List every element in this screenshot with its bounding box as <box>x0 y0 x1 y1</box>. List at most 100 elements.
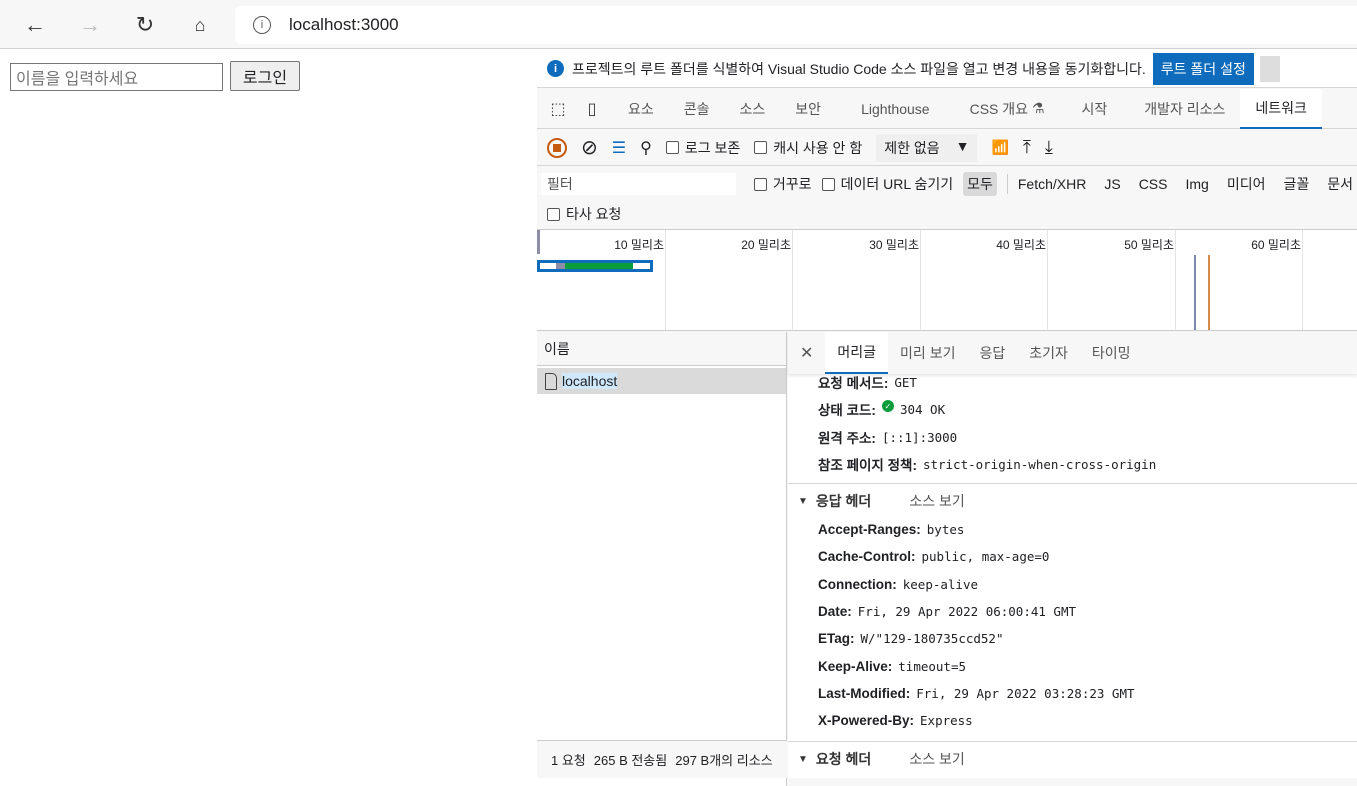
tab-initiator[interactable]: 초기자 <box>1017 332 1080 374</box>
search-icon[interactable]: ⚲ <box>640 138 652 158</box>
section-title: 요청 헤더 <box>815 751 872 767</box>
tick-label: 10 밀리초 <box>614 238 664 252</box>
record-icon[interactable] <box>547 137 567 158</box>
response-headers-section[interactable]: ▼ 응답 헤더 소스 보기 <box>798 491 965 511</box>
response-header-row: X-Powered-By: Express <box>818 713 973 728</box>
invert-checkbox[interactable]: 거꾸로 <box>753 174 812 194</box>
detail-tabs: ✕ 머리글 미리 보기 응답 초기자 타이밍 <box>788 332 1357 374</box>
filter-type-media[interactable]: 미디어 <box>1223 172 1270 196</box>
set-root-folder-button[interactable]: 루트 폴더 설정 <box>1152 52 1254 85</box>
header-key: Connection: <box>818 576 897 592</box>
filter-type-img[interactable]: Img <box>1181 174 1212 194</box>
view-source-link[interactable]: 소스 보기 <box>909 749 964 769</box>
name-input[interactable]: 이름을 입력하세요 <box>10 63 223 91</box>
inspect-element-icon[interactable]: ⬚ <box>545 96 571 122</box>
reload-icon[interactable]: ↻ <box>130 10 160 40</box>
disable-cache-label: 캐시 사용 안 함 <box>773 139 863 156</box>
view-source-link[interactable]: 소스 보기 <box>909 491 964 511</box>
forward-icon[interactable]: → <box>75 10 105 40</box>
filter-type-fetch-xhr[interactable]: Fetch/XHR <box>1006 174 1090 194</box>
filter-type-font[interactable]: 글꼴 <box>1279 172 1313 196</box>
document-icon <box>545 372 557 390</box>
tab-sources[interactable]: 소스 <box>725 89 781 129</box>
tab-console[interactable]: 콘솔 <box>669 89 725 129</box>
filter-row: 필터 거꾸로 데이터 URL 숨기기 모두 Fetch/XHR JS CSS I… <box>537 168 1357 200</box>
tab-headers[interactable]: 머리글 <box>825 332 889 374</box>
header-value: GET <box>894 374 917 390</box>
filter-icon[interactable]: ☰ <box>612 138 626 158</box>
tick-label: 40 밀리초 <box>996 238 1046 252</box>
export-har-icon[interactable]: ⤓ <box>1045 137 1053 158</box>
hide-data-urls-checkbox[interactable]: 데이터 URL 숨기기 <box>821 174 954 194</box>
header-key: Cache-Control: <box>818 549 916 565</box>
tab-welcome[interactable]: 시작 <box>1059 89 1129 129</box>
triangle-down-icon: ▼ <box>798 753 808 765</box>
header-key: 상태 코드: <box>818 403 876 418</box>
request-name: localhost <box>562 373 618 389</box>
disable-cache-checkbox[interactable]: 캐시 사용 안 함 <box>754 138 862 158</box>
login-button[interactable]: 로그인 <box>230 61 300 91</box>
throttle-value: 제한 없음 <box>884 139 940 156</box>
url-text: localhost:3000 <box>289 15 399 34</box>
third-party-checkbox[interactable]: 타사 요청 <box>547 202 621 226</box>
close-icon[interactable]: ✕ <box>788 332 825 374</box>
tab-response[interactable]: 응답 <box>967 332 1017 374</box>
dom-content-loaded-line <box>1194 255 1196 330</box>
site-info-icon[interactable]: i <box>253 16 271 34</box>
filter-input[interactable]: 필터 <box>541 173 736 195</box>
tab-security[interactable]: 보안 <box>780 89 836 129</box>
import-har-icon[interactable]: ⤒ <box>1023 137 1031 158</box>
header-value: 304 OK <box>899 401 946 417</box>
tab-timing[interactable]: 타이밍 <box>1080 332 1143 374</box>
tab-lighthouse[interactable]: Lighthouse <box>836 89 955 129</box>
clear-icon[interactable]: ⊘ <box>581 135 598 160</box>
tab-elements[interactable]: 요소 <box>613 89 669 129</box>
timeline-overview[interactable]: 10 밀리초 20 밀리초 30 밀리초 40 밀리초 50 밀리초 60 밀리… <box>537 229 1357 331</box>
general-row: 요청 메서드: GET <box>818 372 917 392</box>
tab-preview[interactable]: 미리 보기 <box>888 332 967 374</box>
header-key: 요청 메서드: <box>818 376 889 391</box>
header-key: Date: <box>818 603 852 619</box>
info-icon: i <box>547 60 564 77</box>
tab-network[interactable]: 네트워크 <box>1240 88 1322 129</box>
section-title: 응답 헤더 <box>815 493 872 509</box>
general-row: 원격 주소: [::1]:3000 <box>818 427 957 447</box>
header-value: keep-alive <box>902 576 979 592</box>
request-detail: ✕ 머리글 미리 보기 응답 초기자 타이밍 요청 메서드: GET 상태 코드:… <box>788 332 1357 778</box>
header-key: Last-Modified: <box>818 685 911 701</box>
devtools-tabs: ⬚ ▯ 요소 콘솔 소스 보안 Lighthouse CSS 개요 ⚗ 시작 개… <box>537 88 1357 129</box>
home-icon[interactable]: ⌂ <box>185 10 215 40</box>
preserve-log-label: 로그 보존 <box>684 139 741 156</box>
name-input-placeholder: 이름을 입력하세요 <box>16 71 139 88</box>
response-header-row: Connection: keep-alive <box>818 577 978 592</box>
header-value: timeout=5 <box>898 658 967 674</box>
request-row[interactable]: localhost <box>537 368 786 394</box>
tab-css-overview-label: CSS 개요 <box>969 100 1029 117</box>
status-ok-icon: ✓ <box>881 400 894 412</box>
device-toolbar-icon[interactable]: ▯ <box>579 96 605 122</box>
header-value: [::1]:3000 <box>881 429 958 445</box>
header-value: strict-origin-when-cross-origin <box>922 456 1157 472</box>
throttle-select[interactable]: 제한 없음 ▼ <box>876 133 978 162</box>
header-value: public, max-age=0 <box>921 549 1050 565</box>
tab-css-overview[interactable]: CSS 개요 ⚗ <box>955 89 1060 129</box>
filter-type-js[interactable]: JS <box>1100 174 1124 194</box>
dismiss-button[interactable] <box>1259 55 1280 82</box>
infobar: i 프로젝트의 루트 폴더를 식별하여 Visual Studio Code 소… <box>537 50 1357 88</box>
request-headers-section[interactable]: ▼ 요청 헤더 소스 보기 <box>798 749 965 769</box>
filter-type-doc[interactable]: 문서 <box>1323 172 1357 196</box>
filter-type-css[interactable]: CSS <box>1135 174 1172 194</box>
response-header-row: Cache-Control: public, max-age=0 <box>818 549 1049 564</box>
name-column-header[interactable]: 이름 <box>537 332 786 366</box>
preserve-log-checkbox[interactable]: 로그 보존 <box>665 138 741 158</box>
resource-size: 297 B개의 리소스 <box>675 753 773 768</box>
header-value: Fri, 29 Apr 2022 06:00:41 GMT <box>857 603 1077 619</box>
filter-type-all[interactable]: 모두 <box>963 172 997 196</box>
filter-placeholder: 필터 <box>547 176 573 192</box>
address-bar[interactable]: i localhost:3000 <box>235 6 1357 44</box>
network-conditions-icon[interactable]: 📶 <box>991 139 1008 156</box>
response-header-row: Date: Fri, 29 Apr 2022 06:00:41 GMT <box>818 604 1076 619</box>
tab-developer-resources[interactable]: 개발자 리소스 <box>1129 89 1240 129</box>
back-icon[interactable]: ← <box>20 10 50 40</box>
hide-data-urls-label: 데이터 URL 숨기기 <box>840 176 954 192</box>
